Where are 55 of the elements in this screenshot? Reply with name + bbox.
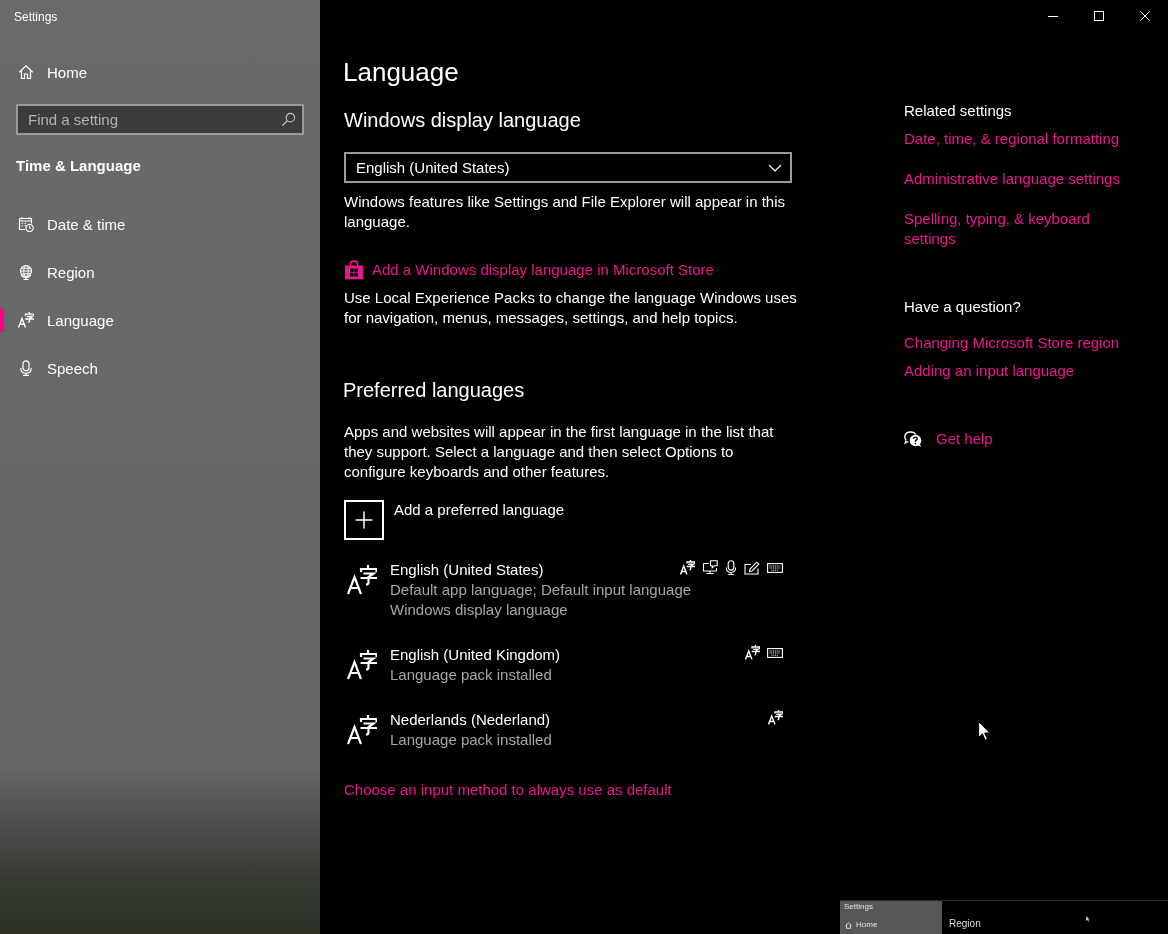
search-icon: [281, 112, 296, 127]
nav-item[interactable]: Region: [0, 248, 320, 296]
close-icon: [1140, 11, 1150, 21]
search-field[interactable]: Find a setting: [16, 104, 304, 135]
section-heading: Time & Language: [15, 156, 141, 176]
section-heading: Have a question?: [904, 297, 1021, 317]
language-status: Language pack installed: [390, 730, 552, 750]
language-icon: [347, 565, 377, 595]
home-link[interactable]: Home: [0, 52, 101, 92]
nav-item[interactable]: Speech: [0, 344, 320, 392]
maximize-icon: [1094, 11, 1104, 21]
mouse-pointer-icon: [1085, 916, 1090, 922]
language-name[interactable]: English (United States): [390, 560, 544, 580]
home-icon: [845, 921, 852, 929]
section-heading: Related settings: [904, 101, 1012, 121]
input-method-link[interactable]: Choose an input method to always use as default: [344, 780, 672, 800]
window-title: Settings: [13, 9, 59, 26]
language-icon: [347, 650, 377, 680]
preview-home-label: Home: [856, 920, 878, 930]
nav-item[interactable]: Date & time: [0, 200, 320, 248]
dropdown-value: English (United States): [356, 159, 510, 176]
chat-question-icon: [904, 431, 922, 447]
plus-icon: [344, 500, 384, 540]
language-icon: [18, 312, 34, 328]
language-status: Windows display language: [390, 600, 568, 620]
help-link[interactable]: Changing Microsoft Store region: [904, 333, 1120, 353]
language-status: Default app language; Default input language: [390, 580, 692, 600]
description-text: Apps and websites will appear in the first language in the list that they support. Select a language and then select Options to configure keyboards and other features.: [344, 422, 775, 482]
store-link[interactable]: Add a Windows display language in Microsoft Store: [372, 260, 714, 280]
microphone-icon: [18, 360, 34, 376]
chevron-down-icon: [768, 163, 782, 172]
preview-window-title: Settings: [844, 902, 873, 912]
related-link[interactable]: Administrative language settings: [904, 169, 1120, 189]
description-text: Use Local Experience Packs to change the language Windows uses for navigation, menus, messages, settings, and help topics.: [344, 288, 798, 328]
get-help-link[interactable]: Get help: [936, 429, 993, 449]
home-icon: [18, 64, 34, 80]
section-heading: Windows display language: [344, 108, 581, 133]
section-heading: Preferred languages: [343, 378, 525, 403]
help-link[interactable]: Adding an input language: [904, 361, 1075, 381]
language-dropdown[interactable]: English (United States): [344, 152, 792, 183]
related-link[interactable]: Date, time, & regional formatting: [904, 129, 1120, 149]
language-name[interactable]: Nederlands (Nederland): [390, 710, 551, 730]
page-title: Language: [343, 56, 459, 89]
globe-icon: [18, 264, 34, 280]
calendar-clock-icon: [18, 216, 34, 232]
window-preview[interactable]: Settings Home Region: [840, 900, 1168, 934]
language-name[interactable]: English (United Kingdom): [390, 645, 561, 665]
mouse-pointer-icon: [978, 721, 991, 741]
language-icon: [347, 715, 377, 745]
description-text: Windows features like Settings and File Explorer will appear in this language.: [344, 192, 787, 232]
preview-page-title: Region: [949, 918, 981, 930]
language-status: Language pack installed: [390, 665, 552, 685]
add-language-button[interactable]: Add a preferred language: [344, 500, 565, 540]
shopping-bag-icon: [344, 260, 364, 280]
related-link[interactable]: Spelling, typing, & keyboard settings: [904, 209, 1140, 249]
